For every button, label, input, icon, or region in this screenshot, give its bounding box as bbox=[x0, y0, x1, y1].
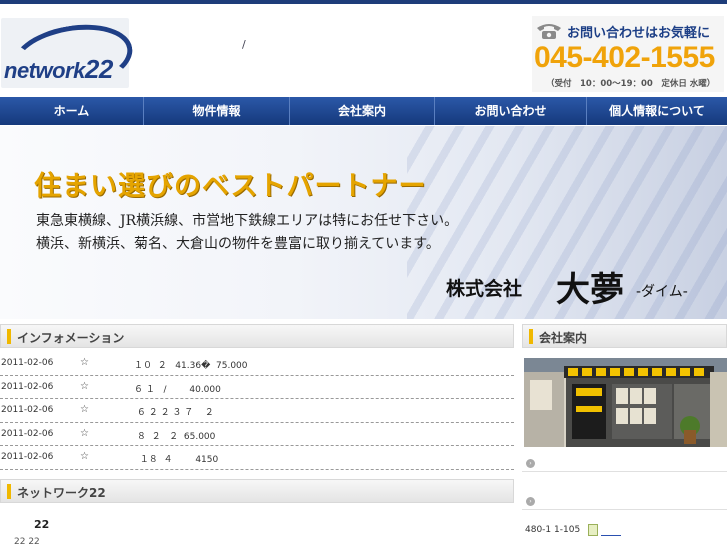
info-text[interactable]: ６ １ / 40.000 bbox=[134, 382, 221, 395]
nav-item-privacy[interactable]: 個人情報について bbox=[587, 97, 727, 125]
hero-description-line1: 東急東横線、JR横浜線、市営地下鉄線エリアは特にお任せ下さい。 bbox=[36, 213, 459, 229]
network-subtext: 22 22 bbox=[14, 537, 40, 547]
chevron-right-icon[interactable]: › bbox=[526, 459, 535, 468]
hero-tagline: 住まい選びのベストパートナー bbox=[34, 171, 427, 202]
site-logo[interactable]: network22 bbox=[1, 15, 138, 101]
star-icon[interactable]: ☆ bbox=[80, 451, 89, 462]
contact-cta: お問い合わせはお気軽に bbox=[567, 26, 711, 41]
sidebar-address: 480-1 1-105 bbox=[525, 525, 581, 535]
list-item[interactable]: 2011-02-06 ☆ ６ ２ ２ ３ ７ ２ bbox=[0, 399, 514, 423]
hero-company-prefix: 株式会社 bbox=[446, 278, 523, 300]
nav-item-properties[interactable]: 物件情報 bbox=[144, 97, 290, 125]
phone-icon bbox=[537, 24, 561, 39]
nav-item-home[interactable]: ホーム bbox=[0, 97, 144, 125]
star-icon[interactable]: ☆ bbox=[80, 404, 89, 415]
information-list: 2011-02-06 ☆ １０ ２ 41.36� 75.000 2011-02-… bbox=[0, 352, 514, 470]
info-date: 2011-02-06 bbox=[1, 405, 54, 415]
info-date: 2011-02-06 bbox=[1, 452, 54, 462]
site-header: network22 / お問い合わせはお気軽に 045-402-1555 （受付… bbox=[0, 4, 727, 101]
info-date: 2011-02-06 bbox=[1, 428, 54, 439]
hero-description-line2: 横浜、新横浜、菊名、大倉山の物件を豊富に取り揃えています。 bbox=[36, 236, 440, 252]
chevron-right-icon[interactable]: › bbox=[526, 497, 535, 506]
nav-item-company[interactable]: 会社案内 bbox=[290, 97, 435, 125]
hero-company-name: 大夢 bbox=[556, 270, 624, 310]
network-title: ネットワーク22 bbox=[17, 486, 106, 500]
sidebar-company-title: 会社案内 bbox=[539, 331, 588, 345]
info-text[interactable]: ６ ２ ２ ３ ７ ２ bbox=[134, 405, 214, 418]
contact-box: お問い合わせはお気軽に 045-402-1555 （受付 10：00〜19：00… bbox=[532, 16, 724, 92]
star-icon[interactable]: ☆ bbox=[80, 357, 89, 368]
information-title: インフォメーション bbox=[17, 331, 125, 345]
network-header: ネットワーク22 bbox=[0, 479, 514, 503]
logo-text: network22 bbox=[4, 54, 113, 84]
main-nav: ホーム 物件情報 会社案内 お問い合わせ 個人情報について bbox=[0, 97, 727, 125]
star-icon[interactable]: ☆ bbox=[80, 381, 89, 392]
section-accent-bar bbox=[529, 329, 533, 344]
nav-item-contact[interactable]: お問い合わせ bbox=[435, 97, 587, 125]
hero-banner: 住まい選びのベストパートナー 東急東横線、JR横浜線、市営地下鉄線エリアは特にお… bbox=[0, 126, 727, 319]
info-text[interactable]: ８ ２ ２ 65.000 bbox=[134, 429, 216, 442]
storefront-photo[interactable] bbox=[524, 358, 727, 447]
info-text[interactable]: １０ ２ 41.36� 75.000 bbox=[134, 358, 248, 371]
information-header: インフォメーション bbox=[0, 324, 514, 348]
info-date: 2011-02-06 bbox=[1, 381, 54, 392]
phone-number[interactable]: 045-402-1555 bbox=[534, 41, 715, 75]
list-item[interactable]: 2011-02-06 ☆ ８ ２ ２ 65.000 bbox=[0, 423, 514, 446]
storefront-image bbox=[524, 358, 727, 447]
star-icon[interactable]: ☆ bbox=[80, 428, 89, 439]
list-item[interactable]: 2011-02-06 ☆ ６ １ / 40.000 bbox=[0, 376, 514, 399]
document-icon[interactable] bbox=[588, 524, 598, 536]
sidebar-divider bbox=[522, 509, 727, 510]
info-text[interactable]: １８ ４ 4150 bbox=[134, 452, 219, 465]
section-accent-bar bbox=[7, 484, 11, 499]
list-item[interactable]: 2011-02-06 ☆ １８ ４ 4150 bbox=[0, 446, 514, 470]
info-date: 2011-02-06 bbox=[1, 358, 54, 368]
business-hours: （受付 10：00〜19：00 定休日 水曜） bbox=[546, 79, 716, 89]
list-item[interactable]: 2011-02-06 ☆ １０ ２ 41.36� 75.000 bbox=[0, 352, 514, 376]
section-accent-bar bbox=[7, 329, 11, 344]
sidebar-divider bbox=[522, 471, 727, 472]
sidebar-company-header: 会社案内 bbox=[522, 324, 727, 348]
network-number: 22 bbox=[34, 518, 50, 531]
header-separator: / bbox=[242, 38, 246, 51]
sidebar-link[interactable] bbox=[601, 523, 621, 536]
hero-company-reading: -ダイム- bbox=[636, 284, 688, 300]
